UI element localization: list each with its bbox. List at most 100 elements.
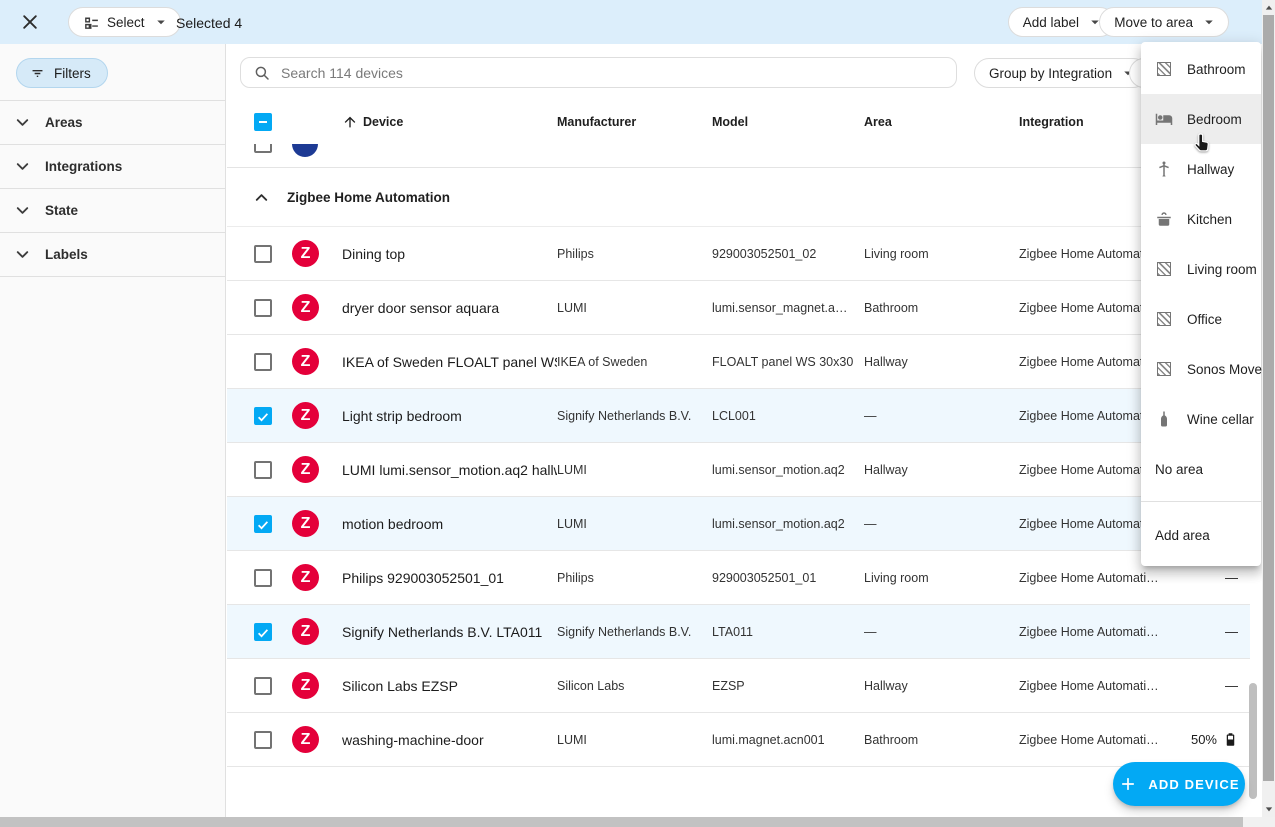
scroll-down-arrow-icon[interactable] (1265, 805, 1273, 813)
area-menu-item-label: Hallway (1187, 162, 1234, 177)
sidebar-section-label: Labels (45, 247, 88, 262)
device-row-ikea-of-sweden-floalt-panel-ws[interactable]: ZIKEA of Sweden FLOALT panel WSIKEA of S… (227, 335, 1250, 389)
device-row-light-strip-bedroom[interactable]: ZLight strip bedroomSignify Netherlands … (227, 389, 1250, 443)
row-checkbox[interactable] (254, 677, 272, 695)
device-manufacturer: IKEA of Sweden (557, 355, 712, 369)
device-manufacturer: Philips (557, 247, 712, 261)
device-row-dining-top[interactable]: ZDining topPhilips929003052501_02Living … (227, 227, 1250, 281)
zigbee-logo-icon: Z (292, 240, 319, 267)
zigbee-logo-icon: Z (292, 294, 319, 321)
area-menu-item-hallway[interactable]: Hallway (1141, 144, 1261, 194)
texture-area-icon (1157, 62, 1171, 76)
device-manufacturer: LUMI (557, 301, 712, 315)
sidebar-section-labels[interactable]: Labels (0, 233, 225, 277)
row-checkbox[interactable] (254, 623, 272, 641)
filter-sidebar: Filters Areas IntegrationsState Labels (0, 44, 226, 817)
area-menu-item-label: Wine cellar (1187, 412, 1254, 427)
zigbee-logo-icon: Z (292, 564, 319, 591)
search-icon (253, 64, 271, 82)
zigbee-logo-icon: Z (292, 348, 319, 375)
device-model: lumi.sensor_motion.aq2 (712, 517, 864, 531)
row-checkbox[interactable] (254, 407, 272, 425)
area-menu-item-sonos-move[interactable]: Sonos Move (1141, 344, 1261, 394)
device-battery: — (1225, 624, 1250, 639)
selected-count: Selected 4 (176, 15, 242, 31)
row-checkbox[interactable] (254, 245, 272, 263)
device-row-silicon-labs-ezsp[interactable]: ZSilicon Labs EZSPSilicon LabsEZSPHallwa… (227, 659, 1250, 713)
zigbee-logo-icon: Z (292, 456, 319, 483)
row-checkbox[interactable] (254, 299, 272, 317)
sidebar-section-integrations[interactable]: Integrations (0, 145, 225, 189)
row-checkbox[interactable] (254, 461, 272, 479)
device-manufacturer: Signify Netherlands B.V. (557, 409, 712, 423)
row-checkbox[interactable] (254, 353, 272, 371)
partially-scrolled-row[interactable] (227, 144, 1250, 168)
column-header-area[interactable]: Area (864, 115, 1019, 129)
select-all-checkbox[interactable] (254, 113, 272, 131)
group-by-button[interactable]: Group by Integration (974, 58, 1148, 88)
coat-rack-icon (1155, 160, 1173, 178)
filters-button[interactable]: Filters (16, 58, 108, 88)
device-row-lumi-lumi-sensor-motion-aq2-hallw[interactable]: ZLUMI lumi.sensor_motion.aq2 hallwLUMIlu… (227, 443, 1250, 497)
wine-bottle-icon (1155, 410, 1173, 428)
scroll-up-arrow-icon[interactable] (1265, 4, 1273, 12)
device-manufacturer: Philips (557, 571, 712, 585)
chevron-down-icon (13, 245, 32, 264)
group-title: Zigbee Home Automation (287, 190, 450, 205)
horizontal-scrollbar[interactable] (0, 817, 1262, 827)
group-header-row[interactable]: Zigbee Home Automation (227, 168, 1250, 227)
sidebar-section-state[interactable]: State (0, 189, 225, 233)
row-checkbox[interactable] (254, 731, 272, 749)
table-scrollbar-thumb[interactable] (1249, 683, 1257, 799)
list-checks-icon (83, 14, 100, 31)
check-icon (256, 410, 270, 424)
area-menu-item-living-room[interactable]: Living room (1141, 244, 1261, 294)
zigbee-logo-icon: Z (292, 510, 319, 537)
row-checkbox[interactable] (254, 569, 272, 587)
column-header-device[interactable]: Device (342, 114, 557, 130)
vertical-scrollbar[interactable] (1262, 0, 1275, 817)
device-model: 929003052501_02 (712, 247, 864, 261)
sidebar-section-label: Areas (45, 115, 83, 130)
device-name: Silicon Labs EZSP (342, 678, 557, 694)
vertical-scrollbar-thumb[interactable] (1263, 15, 1274, 781)
device-row-signify-netherlands-b-v-lta011[interactable]: ZSignify Netherlands B.V. LTA011Signify … (227, 605, 1250, 659)
close-icon[interactable] (20, 12, 40, 32)
area-menu-item-bedroom[interactable]: Bedroom (1141, 94, 1261, 144)
device-row-philips-929003052501-01[interactable]: ZPhilips 929003052501_01Philips929003052… (227, 551, 1250, 605)
column-header-manufacturer[interactable]: Manufacturer (557, 115, 712, 129)
texture-area-icon (1157, 362, 1171, 376)
zigbee-logo-icon: Z (292, 618, 319, 645)
area-menu-item-office[interactable]: Office (1141, 294, 1261, 344)
device-row-washing-machine-door[interactable]: Zwashing-machine-doorLUMIlumi.magnet.acn… (227, 713, 1250, 767)
sidebar-section-areas[interactable]: Areas (0, 101, 225, 145)
search-input[interactable] (281, 65, 944, 81)
add-device-button[interactable]: ADD DEVICE (1113, 762, 1245, 806)
sort-ascending-icon (342, 114, 358, 130)
menu-divider (1141, 501, 1261, 502)
device-name: Dining top (342, 246, 557, 262)
plus-icon (1118, 774, 1138, 794)
device-row-motion-bedroom[interactable]: Zmotion bedroomLUMIlumi.sensor_motion.aq… (227, 497, 1250, 551)
devices-main: Group by Integration Device Manufacturer… (227, 44, 1262, 817)
area-menu-item-wine-cellar[interactable]: Wine cellar (1141, 394, 1261, 444)
sidebar-sections: Areas IntegrationsState Labels (0, 100, 225, 277)
search-box[interactable] (240, 57, 957, 88)
row-checkbox[interactable] (254, 144, 272, 153)
device-row-dryer-door-sensor-aquara[interactable]: Zdryer door sensor aquaraLUMIlumi.sensor… (227, 281, 1250, 335)
select-mode-button[interactable]: Select (68, 7, 181, 37)
move-to-area-button[interactable]: Move to area (1099, 7, 1229, 37)
column-header-model[interactable]: Model (712, 115, 864, 129)
area-menu-item-add-area[interactable]: Add area (1141, 510, 1261, 560)
horizontal-scrollbar-thumb[interactable] (0, 817, 1243, 827)
device-area: — (864, 409, 1019, 423)
area-menu-item-kitchen[interactable]: Kitchen (1141, 194, 1261, 244)
add-area-label: Add area (1155, 528, 1210, 543)
area-menu-item-no-area[interactable]: No area (1141, 444, 1261, 494)
device-name: LUMI lumi.sensor_motion.aq2 hallw (342, 462, 557, 478)
texture-area-icon (1157, 312, 1171, 326)
row-checkbox[interactable] (254, 515, 272, 533)
device-model: lumi.sensor_motion.aq2 (712, 463, 864, 477)
area-menu-item-bathroom[interactable]: Bathroom (1141, 44, 1261, 94)
device-model: LTA011 (712, 625, 864, 639)
